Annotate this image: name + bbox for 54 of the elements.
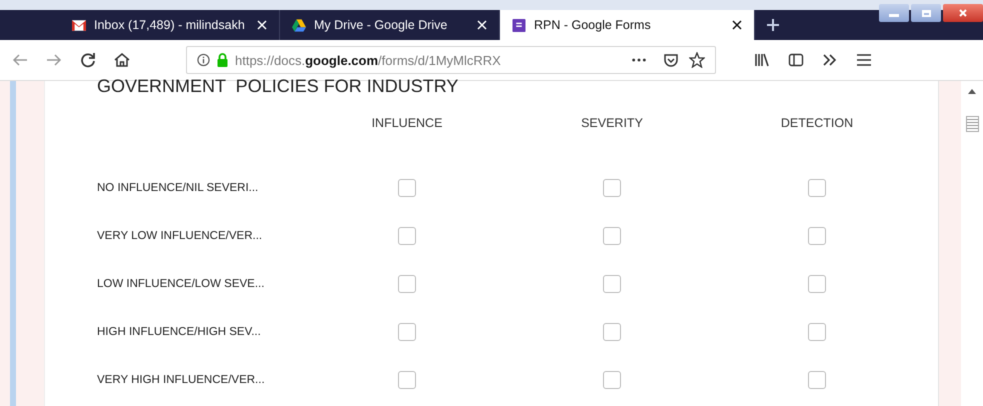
browser-tab[interactable]: Inbox (17,489) - milindsakh [60,10,280,40]
checkbox[interactable] [603,179,621,197]
reload-icon[interactable] [80,52,96,68]
row-label: VERY LOW INFLUENCE/VER... [97,230,262,242]
new-tab-icon[interactable] [767,19,779,31]
scroll-up-icon[interactable] [968,89,976,94]
checkbox[interactable] [398,227,416,245]
checkbox[interactable] [808,227,826,245]
url-text: https://docs.google.com/forms/d/1MyMlcRRX [235,52,501,68]
form-icon [512,18,526,32]
column-header: SEVERITY [581,116,643,130]
lock-icon [216,53,229,67]
minimize-icon[interactable] [879,4,909,22]
tab-title: RPN - Google Forms [534,18,652,32]
checkbox[interactable] [808,371,826,389]
home-icon[interactable] [114,52,130,68]
checkbox[interactable] [808,179,826,197]
checkbox[interactable] [398,323,416,341]
checkbox[interactable] [808,275,826,293]
tab-title: Inbox (17,489) - milindsakh [94,18,246,32]
column-header: DETECTION [780,116,854,130]
row-label: LOW INFLUENCE/LOW SEVE... [97,278,264,290]
row-label: HIGH INFLUENCE/HIGH SEV... [97,326,261,338]
checkbox[interactable] [398,371,416,389]
forward-arrow-icon[interactable] [46,52,62,68]
triangle-icon [292,18,306,32]
checkbox[interactable] [603,227,621,245]
checkbox[interactable] [398,275,416,293]
overflow-chevron-icon[interactable] [822,52,838,68]
back-arrow-icon[interactable] [12,52,28,68]
menu-icon[interactable] [856,52,872,68]
checkbox[interactable] [603,371,621,389]
library-icon[interactable] [754,52,770,68]
row-label: VERY HIGH INFLUENCE/VER... [97,374,265,386]
pocket-icon[interactable] [663,52,679,68]
row-label: NO INFLUENCE/NIL SEVERI... [97,182,258,194]
checkbox[interactable] [603,323,621,341]
maximize-icon[interactable] [911,4,941,22]
column-header: INFLUENCE [372,116,442,130]
checkbox[interactable] [603,275,621,293]
scrollbar-thumb[interactable] [966,116,978,132]
more-icon[interactable] [631,57,647,63]
star-icon[interactable] [689,52,705,68]
browser-tab[interactable]: RPN - Google Forms [500,10,755,40]
question-title: GOVERNMENT POLICIES FOR INDUSTRY [97,76,460,96]
sidebar-icon[interactable] [788,52,804,68]
mail-icon [72,18,86,32]
address-bar[interactable]: https://docs.google.com/forms/d/1MyMlcRRX [186,46,716,74]
close-icon[interactable] [732,20,742,30]
checkbox[interactable] [398,179,416,197]
scrollbar[interactable] [961,81,983,406]
checkbox[interactable] [808,323,826,341]
tab-title: My Drive - Google Drive [314,18,448,32]
info-icon[interactable] [197,53,210,67]
